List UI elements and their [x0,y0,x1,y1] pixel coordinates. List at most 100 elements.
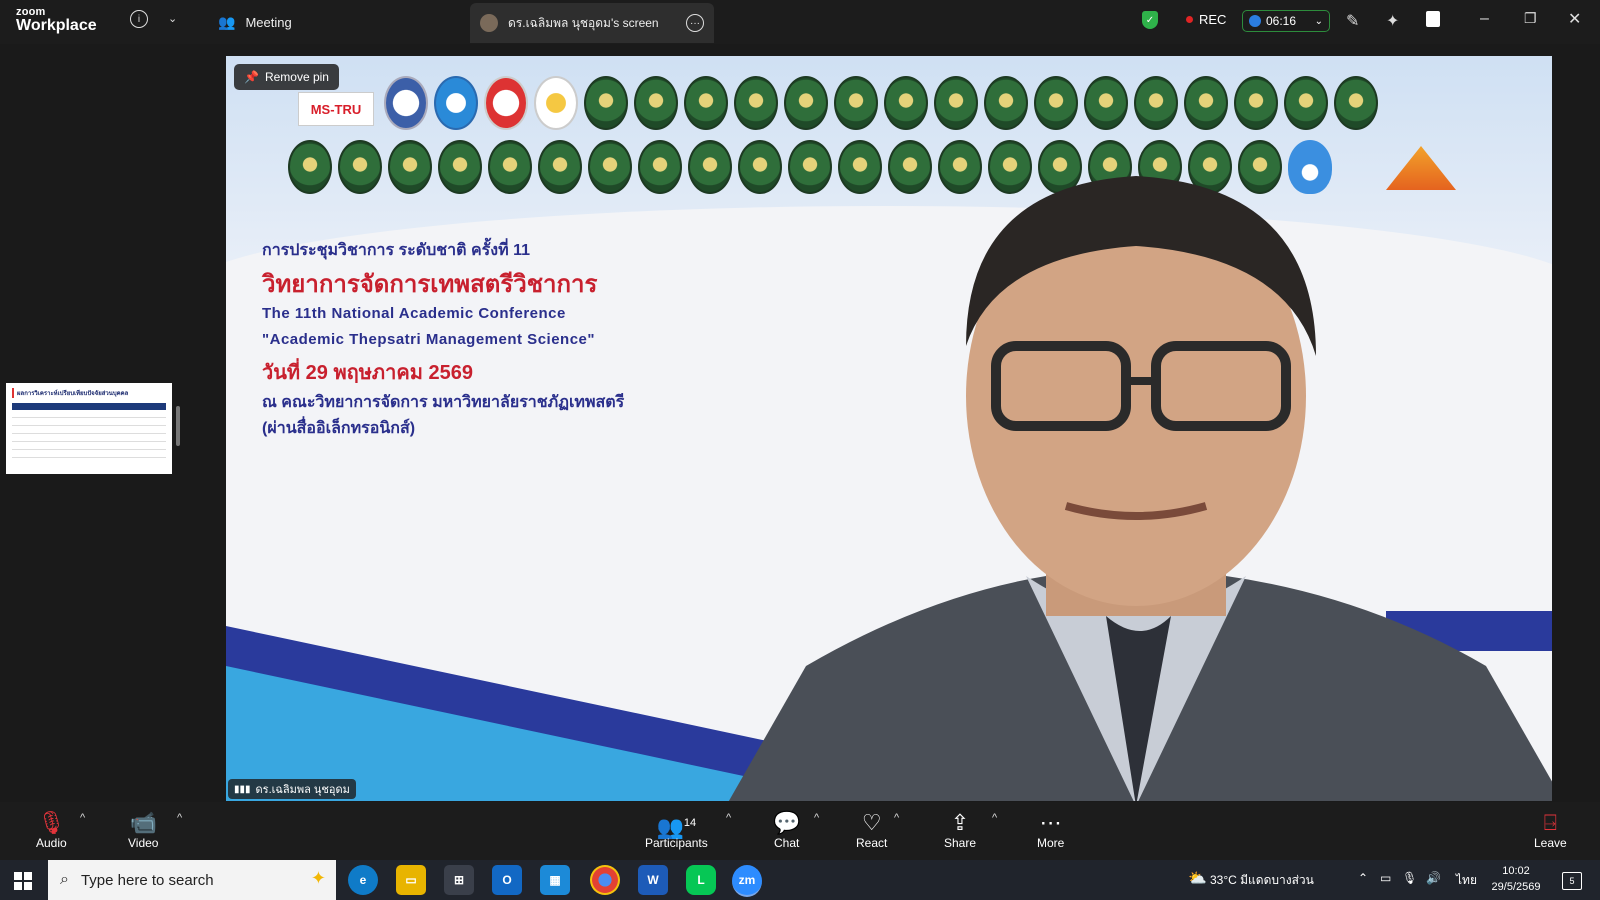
more-options-icon[interactable]: ··· [686,14,704,32]
university-logos-row-1 [384,76,1378,130]
university-logo [934,76,978,130]
zoom-app-icon[interactable]: zm [732,865,762,897]
ai-companion-icon[interactable]: ✦ [1386,11,1399,31]
university-logo [484,76,528,130]
avatar [480,14,498,32]
remove-pin-button[interactable]: 📌 Remove pin [234,64,339,90]
chat-caret-icon[interactable]: ^ [814,812,819,824]
leave-button[interactable]: ⍈ Leave [1534,810,1567,850]
participants-icon: 👥14 [656,814,697,840]
timer-value: 06:16 [1266,14,1297,28]
volume-icon[interactable]: 🔊 [1426,871,1441,885]
react-caret-icon[interactable]: ^ [894,812,899,824]
university-logo [634,76,678,130]
share-button[interactable]: ⇪ Share [944,810,976,850]
calendar-app-icon[interactable]: ▦ [540,865,570,895]
heart-icon: ♡ [861,810,882,835]
video-button[interactable]: 📹 Video [128,810,158,850]
pin-icon: 📌 [244,70,259,84]
notification-count: 5 [1569,876,1575,886]
info-icon[interactable]: i [130,10,148,28]
file-explorer-icon[interactable]: ▭ [396,865,426,895]
notification-center-icon[interactable]: 5 [1562,872,1582,890]
thumbnail-table-header [12,403,166,410]
chat-bubble-icon: 💬 [773,810,801,835]
university-logo [288,140,332,194]
clock-date: 29/5/2569 [1491,881,1541,893]
participants-group-icon: 👥 [218,13,236,30]
university-logo [434,76,478,130]
panel-resize-handle[interactable] [176,406,180,446]
more-label: More [1037,836,1065,850]
chat-button[interactable]: 💬 Chat [773,810,800,850]
slide-line: The 11th National Academic Conference [262,305,566,322]
meeting-tab[interactable]: 👥 Meeting [218,10,292,34]
react-label: React [856,836,888,850]
audio-button[interactable]: 🎙 Audio [36,810,67,850]
show-hidden-icons-icon[interactable]: ⌃ [1358,871,1368,885]
input-language[interactable]: ไทย [1456,871,1477,890]
leave-label: Leave [1534,836,1567,850]
clock-time: 10:02 [1502,865,1530,877]
microphone-tray-icon[interactable]: 🎙 [1402,871,1417,885]
meeting-timer[interactable]: 06:16 ⌄ [1242,10,1330,32]
line-app-icon[interactable]: L [686,865,716,895]
slide-thumbnail[interactable]: ผลการวิเคราะห์เปรียบเทียบปัจจัยส่วนบุคคล [6,383,172,474]
restore-icon[interactable]: ❐ [1524,10,1537,27]
annotate-pencil-icon[interactable]: ✎ [1346,11,1359,31]
network-icon[interactable]: ▭ [1380,871,1391,885]
shared-screen-tab[interactable]: ดร.เฉลิมพล นุชอุดม's screen ··· [470,3,714,43]
outlook-icon[interactable]: O [492,865,522,895]
slide-line: (ผ่านสื่ออิเล็กทรอนิกส์) [262,420,416,437]
search-placeholder: Type here to search [80,871,214,889]
participants-count: 14 [683,817,697,829]
participants-button[interactable]: 👥14 Participants [645,810,708,850]
share-label: Share [944,836,977,850]
taskbar-search-box[interactable]: ⌕ Type here to search ✦ [48,860,336,900]
university-logo [338,140,382,194]
signal-bars-icon: ▮▮▮ [234,783,251,795]
view-layout-icon[interactable] [1426,11,1440,27]
windows-start-button[interactable] [14,872,32,890]
main-video-feed[interactable]: MS-TRU การประชุมวิชาการ ระดับชาติ ครั้งท… [226,56,1552,801]
search-highlight-icon: ✦ [310,868,326,888]
taskbar-clock[interactable]: 10:02 29/5/2569 [1488,863,1544,895]
recording-indicator[interactable]: REC [1186,12,1226,27]
audio-label: Audio [36,836,67,850]
slide-date: วันที่ 29 พฤษภาคม 2569 [262,362,473,384]
university-logo [538,140,582,194]
shield-encryption-icon[interactable]: ✓ [1142,11,1158,29]
university-logo [1084,76,1128,130]
university-logo [488,140,532,194]
share-caret-icon[interactable]: ^ [992,812,997,824]
participants-label: Participants [645,836,708,850]
more-button[interactable]: ⋯ More [1037,810,1064,850]
react-button[interactable]: ♡ React [856,810,887,850]
remove-pin-label: Remove pin [264,70,329,84]
rec-label: REC [1199,12,1227,27]
university-logo [684,76,728,130]
close-icon[interactable]: ✕ [1568,9,1581,29]
windows-taskbar: ⌕ Type here to search ✦ e ▭ ⊞ O ▦ W L zm… [0,860,1600,900]
meeting-tab-label: Meeting [245,14,292,30]
thumbnail-table-row [12,412,166,418]
thumbnail-table-row [12,428,166,434]
participants-caret-icon[interactable]: ^ [726,812,731,824]
edge-browser-icon[interactable]: e [348,865,378,895]
thumbnail-table-row [12,444,166,450]
rec-dot-icon [1186,16,1193,23]
video-options-caret-icon[interactable]: ^ [177,812,182,824]
microsoft-store-icon[interactable]: ⊞ [444,865,474,895]
word-icon[interactable]: W [638,865,668,895]
university-logo [1284,76,1328,130]
chevron-down-icon[interactable]: ⌄ [168,12,177,25]
shared-screen-tab-label: ดร.เฉลิมพล นุชอุดม's screen [508,15,659,30]
audio-options-caret-icon[interactable]: ^ [80,812,85,824]
chrome-icon[interactable] [590,865,620,895]
minimize-icon[interactable]: – [1480,10,1489,28]
speaker-name: ดร.เฉลิมพล นุชอุดม [255,784,350,796]
thumbnail-title: ผลการวิเคราะห์เปรียบเทียบปัจจัยส่วนบุคคล [12,388,166,398]
thumbnail-table-row [12,436,166,442]
weather-text[interactable]: 33°C มีแดดบางส่วน [1210,871,1314,890]
video-label: Video [128,836,159,850]
